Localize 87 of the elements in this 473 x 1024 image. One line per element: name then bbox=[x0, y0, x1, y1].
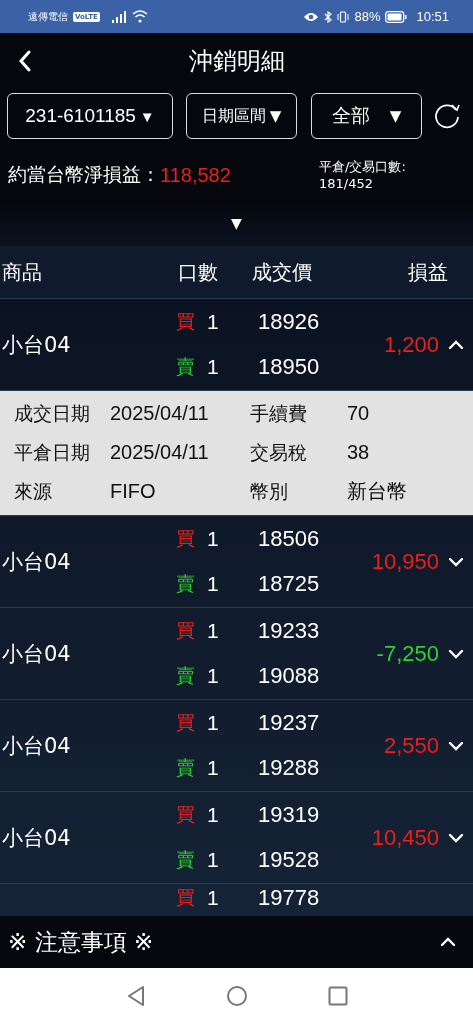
profit-loss-value: 10,950 bbox=[371, 548, 439, 575]
notice-bar[interactable]: ※ 注意事項 ※ bbox=[0, 916, 473, 968]
trade-price: 18506 bbox=[258, 526, 320, 551]
product-name: 小台04 bbox=[2, 640, 71, 668]
lots-label: 平倉/交易口數: bbox=[319, 158, 407, 175]
trade-price: 18926 bbox=[258, 309, 320, 334]
battery-percent: 88% bbox=[354, 9, 381, 24]
sell-side-label: 賣 bbox=[176, 755, 195, 780]
sell-side-label: 賣 bbox=[176, 847, 195, 872]
trade-price: 19778 bbox=[258, 884, 320, 910]
product-name: 小台04 bbox=[2, 824, 71, 852]
lots-value: 181/452 bbox=[319, 175, 374, 192]
lot-count: 1 bbox=[207, 664, 219, 688]
clock-time: 10:51 bbox=[416, 9, 449, 24]
back-nav-icon[interactable] bbox=[125, 985, 146, 1007]
filter-dropdown[interactable]: 日期區間 ▼ bbox=[186, 93, 297, 139]
lot-count: 1 bbox=[207, 848, 219, 872]
dropdown-arrow: ▼ bbox=[269, 107, 282, 125]
net-pnl-label: 約當台幣淨損益： bbox=[8, 162, 160, 187]
trade-price: 19288 bbox=[258, 755, 320, 780]
carrier-name: 遠傳電信 bbox=[28, 9, 68, 24]
recents-nav-icon[interactable] bbox=[327, 986, 348, 1006]
profit-loss-value: -7,250 bbox=[376, 640, 439, 667]
trade-price: 18950 bbox=[258, 354, 320, 379]
lot-count: 1 bbox=[207, 527, 219, 551]
expand-toggle[interactable]: ▼ bbox=[231, 215, 242, 231]
detail-label: 來源 bbox=[14, 478, 53, 504]
detail-value: 2025/04/11 bbox=[110, 402, 210, 425]
trade-price: 18725 bbox=[258, 571, 320, 596]
notice-title: ※ 注意事項 ※ bbox=[8, 927, 154, 957]
net-pnl-value: 118,582 bbox=[160, 163, 231, 187]
refresh-icon[interactable] bbox=[432, 101, 462, 131]
product-name: 小台04 bbox=[2, 548, 71, 576]
profit-loss-value: 2,550 bbox=[383, 732, 439, 759]
lot-count: 1 bbox=[207, 803, 219, 827]
buy-side-label: 買 bbox=[176, 618, 195, 643]
trade-price: 19528 bbox=[258, 847, 320, 872]
wifi-icon bbox=[131, 10, 148, 23]
detail-label: 交易稅 bbox=[250, 439, 308, 465]
filter-dropdown[interactable]: 全部 ▼ bbox=[311, 93, 422, 139]
profit-loss-value: 10,450 bbox=[371, 824, 439, 851]
trade-price: 19088 bbox=[258, 663, 320, 688]
buy-side-label: 買 bbox=[176, 884, 195, 910]
trade-price: 19233 bbox=[258, 618, 320, 643]
detail-value: 38 bbox=[347, 441, 370, 464]
vibrate-icon bbox=[337, 10, 350, 23]
product-name: 小台04 bbox=[2, 732, 71, 760]
lot-count: 1 bbox=[207, 310, 219, 334]
lot-count: 1 bbox=[207, 711, 219, 735]
trade-price: 19319 bbox=[258, 802, 320, 827]
sell-side-label: 賣 bbox=[176, 571, 195, 596]
dropdown-arrow: ▼ bbox=[389, 107, 402, 125]
buy-side-label: 買 bbox=[176, 309, 195, 334]
buy-side-label: 買 bbox=[176, 802, 195, 827]
column-header: 口數 bbox=[177, 258, 219, 286]
detail-label: 手續費 bbox=[250, 400, 308, 426]
bluetooth-icon bbox=[324, 10, 333, 23]
profit-loss-value: 1,200 bbox=[383, 331, 439, 358]
detail-value: FIFO bbox=[110, 480, 157, 503]
sell-side-label: 賣 bbox=[176, 663, 195, 688]
column-header: 商品 bbox=[1, 258, 43, 286]
signal-icon bbox=[110, 10, 127, 23]
eye-icon bbox=[303, 11, 320, 22]
lot-count: 1 bbox=[207, 885, 219, 910]
product-name: 小台04 bbox=[2, 331, 71, 359]
home-nav-icon[interactable] bbox=[225, 985, 248, 1007]
sell-side-label: 賣 bbox=[176, 354, 195, 379]
detail-label: 平倉日期 bbox=[14, 439, 91, 465]
lot-count: 1 bbox=[207, 756, 219, 780]
detail-label: 幣別 bbox=[250, 478, 289, 504]
lot-count: 1 bbox=[207, 572, 219, 596]
detail-label: 成交日期 bbox=[14, 400, 91, 426]
battery-icon bbox=[385, 10, 408, 23]
page-title: 沖銷明細 bbox=[187, 45, 286, 77]
column-header: 損益 bbox=[406, 258, 449, 286]
detail-value: 2025/04/11 bbox=[110, 441, 210, 464]
detail-value: 新台幣 bbox=[347, 479, 407, 504]
buy-side-label: 買 bbox=[176, 710, 195, 735]
back-icon bbox=[18, 50, 32, 72]
column-header: 成交價 bbox=[252, 258, 313, 286]
detail-value: 70 bbox=[347, 402, 370, 425]
filter-dropdown[interactable]: 231-6101185 ▼ bbox=[7, 93, 173, 139]
lot-count: 1 bbox=[207, 355, 219, 379]
buy-side-label: 買 bbox=[176, 526, 195, 551]
dropdown-arrow: ▼ bbox=[139, 107, 155, 125]
lot-count: 1 bbox=[207, 619, 219, 643]
trade-price: 19237 bbox=[258, 710, 320, 735]
